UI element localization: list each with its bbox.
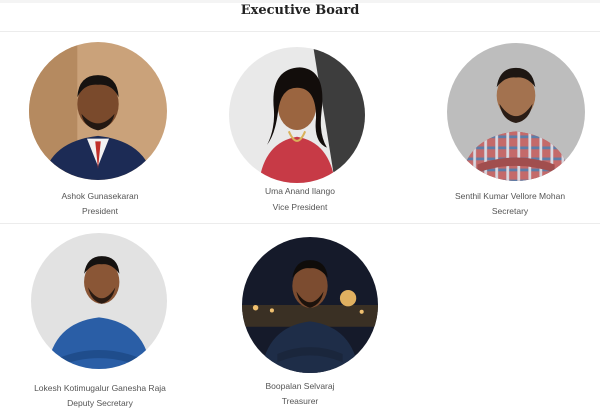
member-photo xyxy=(229,47,365,183)
member-role: Vice President xyxy=(272,202,328,212)
member-photo xyxy=(29,42,167,180)
member-photo xyxy=(447,43,585,181)
member-name: Senthil Kumar Vellore Mohan xyxy=(454,191,566,201)
member-name: Boopalan Selvaraj xyxy=(265,381,335,391)
member-name: Lokesh Kotimugalur Ganesha Raja xyxy=(34,383,166,393)
member-name: Uma Anand Ilango xyxy=(265,186,335,196)
member-role: Secretary xyxy=(491,206,529,216)
member-photo xyxy=(31,233,167,369)
section-title: Executive Board xyxy=(240,3,360,18)
member-role: Treasurer xyxy=(281,396,319,406)
title-divider xyxy=(0,31,600,32)
member-photo xyxy=(242,237,378,373)
member-name: Ashok Gunasekaran xyxy=(61,191,139,201)
row-divider xyxy=(0,223,600,224)
member-role: Deputy Secretary xyxy=(67,398,133,408)
member-role: President xyxy=(82,206,118,216)
